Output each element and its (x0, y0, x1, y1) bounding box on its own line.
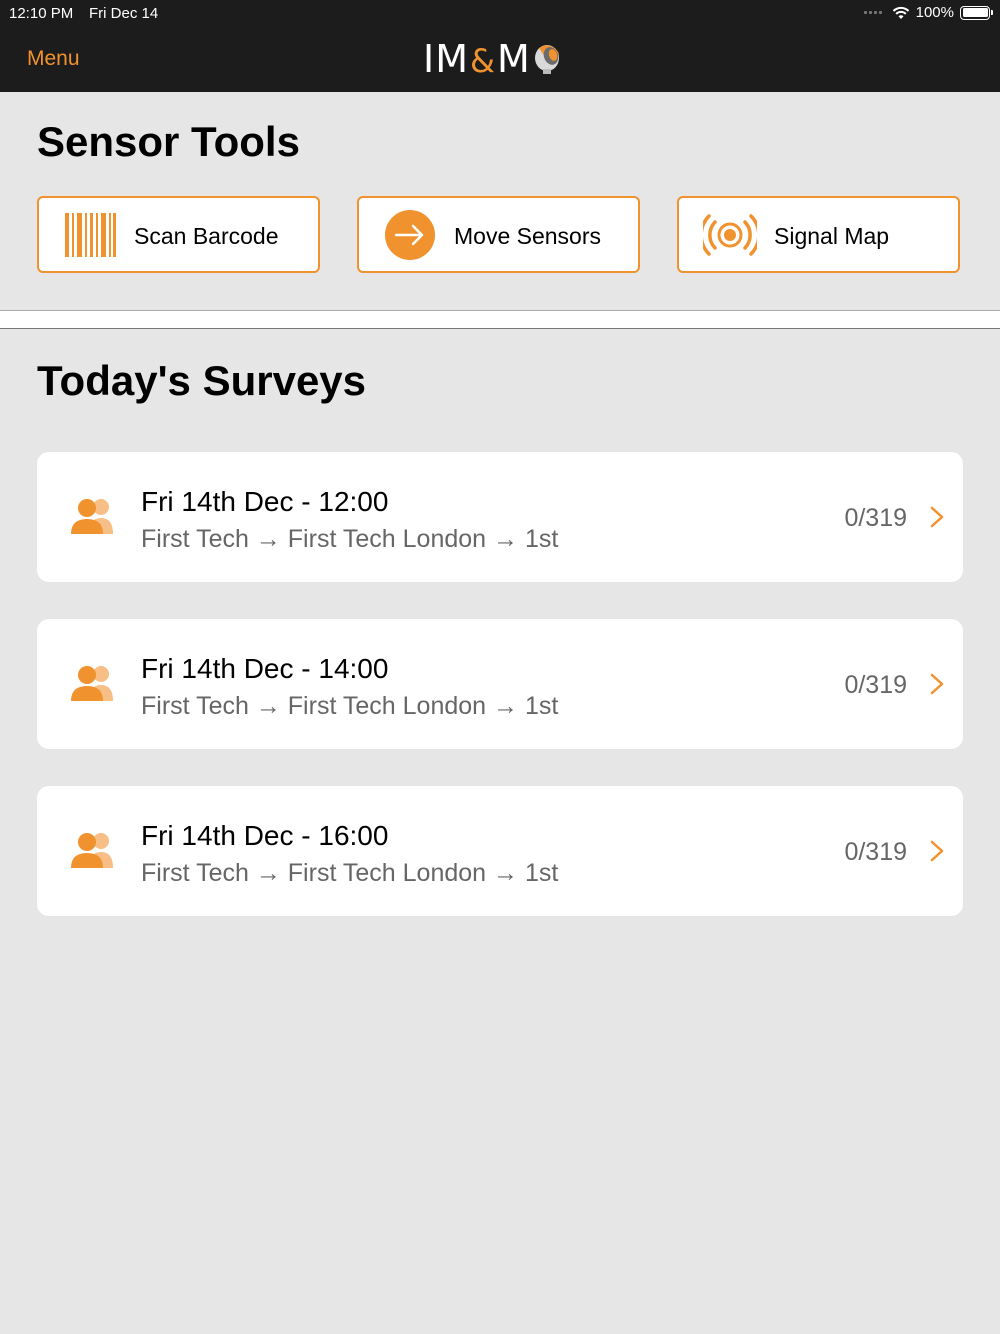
logo-satellite-dish-icon (534, 45, 559, 74)
survey-row[interactable]: Fri 14th Dec - 16:00 First Tech → First … (37, 786, 963, 916)
survey-location: First Tech → First Tech London → 1st (141, 525, 559, 553)
move-sensors-label: Move Sensors (454, 223, 602, 249)
status-bar: 12:10 PM Fri Dec 14 100% (0, 0, 1000, 26)
status-time: 12:10 PM (9, 5, 74, 22)
arrow-right-circle-icon (383, 209, 437, 261)
scan-barcode-label: Scan Barcode (134, 223, 279, 249)
signal-icon (703, 209, 757, 261)
survey-row[interactable]: Fri 14th Dec - 14:00 First Tech → First … (37, 619, 963, 749)
battery-icon (960, 5, 993, 20)
survey-row[interactable]: Fri 14th Dec - 12:00 First Tech → First … (37, 452, 963, 582)
section-divider (0, 310, 1000, 329)
signal-map-label: Signal Map (774, 223, 890, 249)
survey-count: 0/319 (844, 504, 907, 532)
survey-title: Fri 14th Dec - 16:00 (141, 820, 389, 851)
chevron-right-icon (930, 840, 944, 862)
survey-location: First Tech → First Tech London → 1st (141, 692, 559, 720)
menu-button[interactable]: Menu (27, 47, 80, 71)
survey-location: First Tech → First Tech London → 1st (141, 859, 559, 887)
battery-percent: 100% (915, 4, 954, 21)
move-sensors-button[interactable]: Move Sensors (357, 196, 640, 273)
todays-surveys-title: Today's Surveys (37, 357, 367, 404)
survey-count: 0/319 (844, 671, 907, 699)
chevron-right-icon (930, 506, 944, 528)
people-icon (71, 499, 113, 534)
nav-bar: Menu IM&M (0, 26, 1000, 92)
signal-map-button[interactable]: Signal Map (677, 196, 960, 273)
status-date: Fri Dec 14 (89, 5, 159, 22)
sensor-tools-title: Sensor Tools (37, 118, 300, 165)
logo-text: IM&M (423, 37, 531, 81)
survey-title: Fri 14th Dec - 14:00 (141, 653, 389, 684)
barcode-icon (63, 209, 117, 261)
people-icon (71, 666, 113, 701)
status-right: 100% (863, 4, 993, 21)
survey-title: Fri 14th Dec - 12:00 (141, 486, 389, 517)
chevron-right-icon (930, 673, 944, 695)
people-icon (71, 833, 113, 868)
scan-barcode-button[interactable]: Scan Barcode (37, 196, 320, 273)
wifi-icon (892, 6, 909, 19)
cellular-dots-icon (863, 11, 882, 14)
app-logo: IM&M (423, 37, 565, 81)
survey-count: 0/319 (844, 838, 907, 866)
